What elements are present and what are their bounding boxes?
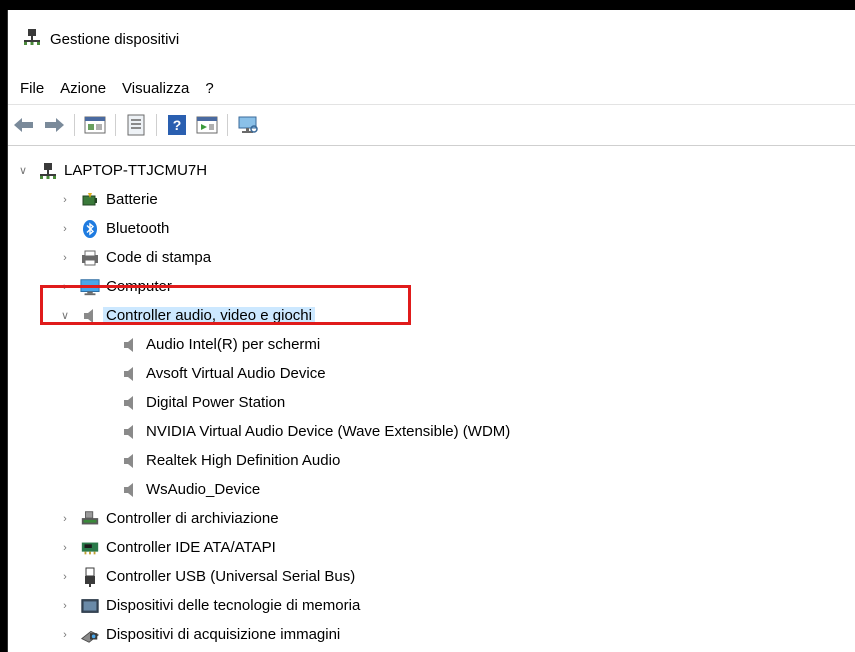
toolbar: ? — [8, 104, 855, 146]
tree-item-label: Dispositivi di acquisizione immagini — [106, 626, 341, 643]
device-manager-icon — [22, 27, 42, 51]
help-icon[interactable]: ? — [165, 113, 189, 137]
speaker-icon — [120, 335, 140, 355]
device-manager-window: Gestione dispositivi File Azione Visuali… — [7, 10, 855, 652]
tree-child-realtek-hd-audio[interactable]: Realtek High Definition Audio — [8, 446, 855, 475]
tree-root[interactable]: ∨ LAPTOP-TTJCMU7H — [8, 156, 855, 185]
tree-item-storage-controllers[interactable]: › Controller di archiviazione — [8, 504, 855, 533]
toolbar-separator — [115, 114, 116, 136]
tree-item-print-queues[interactable]: › Code di stampa — [8, 243, 855, 272]
chevron-right-icon[interactable]: › — [58, 251, 72, 265]
toolbar-separator — [227, 114, 228, 136]
imaging-device-icon — [80, 625, 100, 645]
show-hidden-icon[interactable] — [124, 113, 148, 137]
chevron-right-icon[interactable]: › — [58, 541, 72, 555]
tree-item-audio-video-games[interactable]: ∨ Controller audio, video e giochi — [8, 301, 855, 330]
tree-item-label: NVIDIA Virtual Audio Device (Wave Extens… — [146, 423, 511, 440]
device-tree: ∨ LAPTOP-TTJCMU7H › Batterie › Bluetooth… — [8, 146, 855, 652]
tree-item-label: Controller audio, video e giochi — [103, 307, 315, 324]
svg-text:?: ? — [173, 117, 182, 133]
menu-file[interactable]: File — [12, 80, 52, 97]
tree-item-memory-technology-devices[interactable]: › Dispositivi delle tecnologie di memori… — [8, 591, 855, 620]
tree-item-usb-controllers[interactable]: › Controller USB (Universal Serial Bus) — [8, 562, 855, 591]
scan-hardware-icon[interactable] — [236, 113, 260, 137]
chevron-right-icon[interactable]: › — [58, 193, 72, 207]
tree-item-bluetooth[interactable]: › Bluetooth — [8, 214, 855, 243]
tree-child-digital-power-station[interactable]: Digital Power Station — [8, 388, 855, 417]
title-bar: Gestione dispositivi — [8, 10, 855, 68]
toolbar-separator — [156, 114, 157, 136]
tree-child-nvidia-virtual-audio[interactable]: NVIDIA Virtual Audio Device (Wave Extens… — [8, 417, 855, 446]
speaker-icon — [80, 306, 100, 326]
tree-item-label: Dispositivi delle tecnologie di memoria — [106, 597, 361, 614]
chevron-right-icon[interactable]: › — [58, 570, 72, 584]
computer-root-icon — [38, 161, 58, 181]
tree-item-label: Controller USB (Universal Serial Bus) — [106, 568, 356, 585]
tree-item-computer[interactable]: › Computer — [8, 272, 855, 301]
update-driver-icon[interactable] — [195, 113, 219, 137]
tree-item-label: Controller di archiviazione — [106, 510, 279, 527]
tree-item-label: Avsoft Virtual Audio Device — [146, 365, 326, 382]
tree-item-imaging-devices[interactable]: › Dispositivi di acquisizione immagini — [8, 620, 855, 649]
chevron-right-icon[interactable]: › — [58, 599, 72, 613]
battery-icon — [80, 190, 100, 210]
tree-item-label: Controller IDE ATA/ATAPI — [106, 539, 276, 556]
storage-controller-icon — [80, 509, 100, 529]
forward-icon[interactable] — [42, 113, 66, 137]
chevron-down-icon[interactable]: ∨ — [58, 309, 72, 323]
tree-item-label: Audio Intel(R) per schermi — [146, 336, 321, 353]
menu-view[interactable]: Visualizza — [114, 80, 197, 97]
menu-action[interactable]: Azione — [52, 80, 114, 97]
chevron-right-icon[interactable]: › — [58, 222, 72, 236]
speaker-icon — [120, 422, 140, 442]
back-icon[interactable] — [12, 113, 36, 137]
window-title: Gestione dispositivi — [50, 30, 180, 48]
tree-root-label: LAPTOP-TTJCMU7H — [64, 162, 208, 179]
tree-item-label: Batterie — [106, 191, 158, 208]
menu-bar: File Azione Visualizza ? — [8, 72, 855, 104]
chevron-right-icon[interactable]: › — [58, 512, 72, 526]
speaker-icon — [120, 480, 140, 500]
tree-child-audio-intel[interactable]: Audio Intel(R) per schermi — [8, 330, 855, 359]
menu-help[interactable]: ? — [197, 80, 221, 97]
ide-controller-icon — [80, 538, 100, 558]
chevron-down-icon[interactable]: ∨ — [16, 164, 30, 178]
computer-icon — [80, 277, 100, 297]
speaker-icon — [120, 393, 140, 413]
tree-item-batterie[interactable]: › Batterie — [8, 185, 855, 214]
print-queue-icon — [80, 248, 100, 268]
tree-item-ide-controllers[interactable]: › Controller IDE ATA/ATAPI — [8, 533, 855, 562]
tree-item-label: Realtek High Definition Audio — [146, 452, 341, 469]
usb-icon — [80, 567, 100, 587]
bluetooth-icon — [80, 219, 100, 239]
tree-item-label: Digital Power Station — [146, 394, 286, 411]
properties-icon[interactable] — [83, 113, 107, 137]
speaker-icon — [120, 451, 140, 471]
tree-child-wsaudio-device[interactable]: WsAudio_Device — [8, 475, 855, 504]
chevron-right-icon[interactable]: › — [58, 280, 72, 294]
toolbar-separator — [74, 114, 75, 136]
tree-child-avsoft[interactable]: Avsoft Virtual Audio Device — [8, 359, 855, 388]
tree-item-label: Bluetooth — [106, 220, 170, 237]
chevron-right-icon[interactable]: › — [58, 628, 72, 642]
tree-item-label: Code di stampa — [106, 249, 212, 266]
speaker-icon — [120, 364, 140, 384]
tree-item-label: WsAudio_Device — [146, 481, 261, 498]
memory-device-icon — [80, 596, 100, 616]
tree-item-label: Computer — [106, 278, 172, 295]
